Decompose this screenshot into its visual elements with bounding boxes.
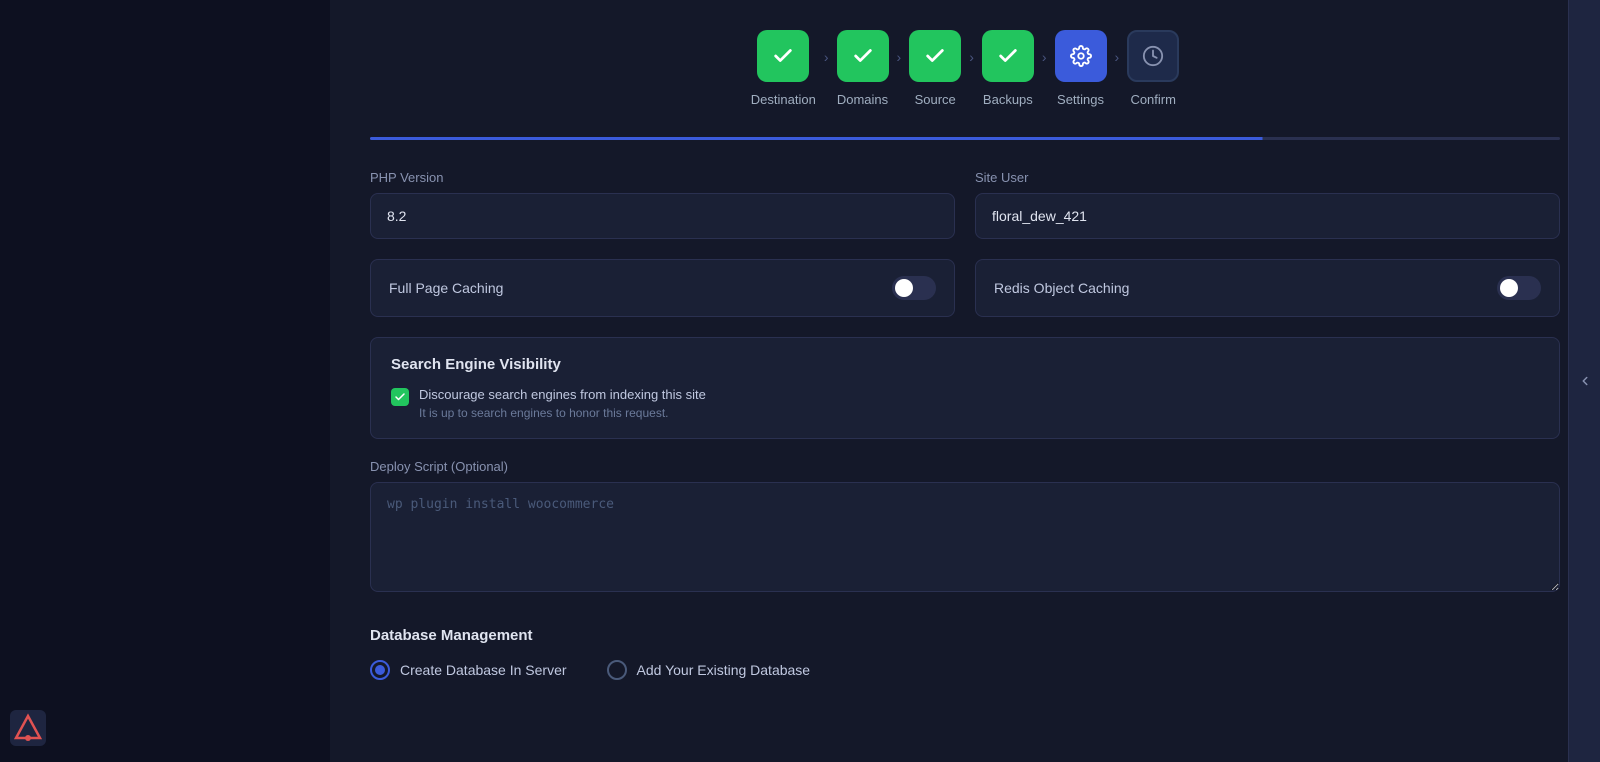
step-destination-icon bbox=[757, 30, 809, 82]
full-page-caching-thumb bbox=[895, 279, 913, 297]
db-option-create-label: Create Database In Server bbox=[400, 662, 567, 678]
stepper-underline bbox=[370, 137, 1560, 140]
step-destination[interactable]: Destination bbox=[751, 30, 816, 107]
step-source-icon bbox=[909, 30, 961, 82]
step-source-label: Source bbox=[915, 92, 956, 107]
step-source[interactable]: Source bbox=[909, 30, 961, 107]
full-page-caching-card: Full Page Caching bbox=[370, 259, 955, 317]
db-radio-create bbox=[370, 660, 390, 680]
step-domains-icon bbox=[837, 30, 889, 82]
step-confirm-icon bbox=[1127, 30, 1179, 82]
stepper: Destination › Domains › Source › bbox=[370, 30, 1560, 107]
full-page-caching-label: Full Page Caching bbox=[389, 280, 503, 296]
site-user-group: Site User bbox=[975, 170, 1560, 239]
main-content: Destination › Domains › Source › bbox=[330, 0, 1600, 762]
step-domains-label: Domains bbox=[837, 92, 888, 107]
sev-text-block: Discourage search engines from indexing … bbox=[419, 387, 706, 420]
php-version-group: PHP Version bbox=[370, 170, 955, 239]
step-backups-label: Backups bbox=[983, 92, 1033, 107]
caching-row: Full Page Caching Redis Object Caching bbox=[370, 259, 1560, 317]
site-user-input[interactable] bbox=[975, 193, 1560, 239]
step-settings[interactable]: Settings bbox=[1055, 30, 1107, 107]
db-title: Database Management bbox=[370, 627, 1560, 644]
redis-caching-toggle[interactable] bbox=[1497, 276, 1541, 300]
db-option-existing-label: Add Your Existing Database bbox=[637, 662, 811, 678]
collapse-button[interactable] bbox=[1568, 0, 1600, 762]
arrow-2: › bbox=[897, 49, 902, 89]
db-option-create[interactable]: Create Database In Server bbox=[370, 660, 567, 680]
step-destination-label: Destination bbox=[751, 92, 816, 107]
php-siteuser-row: PHP Version Site User bbox=[370, 170, 1560, 239]
arrow-1: › bbox=[824, 49, 829, 89]
arrow-3: › bbox=[969, 49, 974, 89]
sidebar bbox=[0, 0, 330, 762]
site-user-label: Site User bbox=[975, 170, 1560, 185]
deploy-script-label: Deploy Script (Optional) bbox=[370, 459, 1560, 474]
sev-title: Search Engine Visibility bbox=[391, 356, 1539, 373]
step-confirm[interactable]: Confirm bbox=[1127, 30, 1179, 107]
redis-caching-thumb bbox=[1500, 279, 1518, 297]
deploy-script-group: Deploy Script (Optional) bbox=[370, 459, 1560, 597]
redis-caching-label: Redis Object Caching bbox=[994, 280, 1129, 296]
sev-checkbox-row: Discourage search engines from indexing … bbox=[391, 387, 1539, 420]
db-option-existing[interactable]: Add Your Existing Database bbox=[607, 660, 811, 680]
php-version-input[interactable] bbox=[370, 193, 955, 239]
sev-checkbox-label: Discourage search engines from indexing … bbox=[419, 387, 706, 402]
logo bbox=[10, 710, 46, 746]
db-radio-existing bbox=[607, 660, 627, 680]
step-domains[interactable]: Domains bbox=[837, 30, 889, 107]
php-version-label: PHP Version bbox=[370, 170, 955, 185]
db-radio-create-inner bbox=[375, 665, 385, 675]
sev-checkbox-subtext: It is up to search engines to honor this… bbox=[419, 406, 706, 420]
redis-caching-card: Redis Object Caching bbox=[975, 259, 1560, 317]
step-confirm-label: Confirm bbox=[1130, 92, 1176, 107]
arrow-4: › bbox=[1042, 49, 1047, 89]
arrow-5: › bbox=[1115, 49, 1120, 89]
step-backups[interactable]: Backups bbox=[982, 30, 1034, 107]
step-backups-icon bbox=[982, 30, 1034, 82]
step-settings-label: Settings bbox=[1057, 92, 1104, 107]
full-page-caching-toggle[interactable] bbox=[892, 276, 936, 300]
db-options: Create Database In Server Add Your Exist… bbox=[370, 660, 1560, 680]
step-settings-icon bbox=[1055, 30, 1107, 82]
deploy-script-textarea[interactable] bbox=[370, 482, 1560, 592]
sev-checkbox[interactable] bbox=[391, 388, 409, 406]
sev-card: Search Engine Visibility Discourage sear… bbox=[370, 337, 1560, 439]
